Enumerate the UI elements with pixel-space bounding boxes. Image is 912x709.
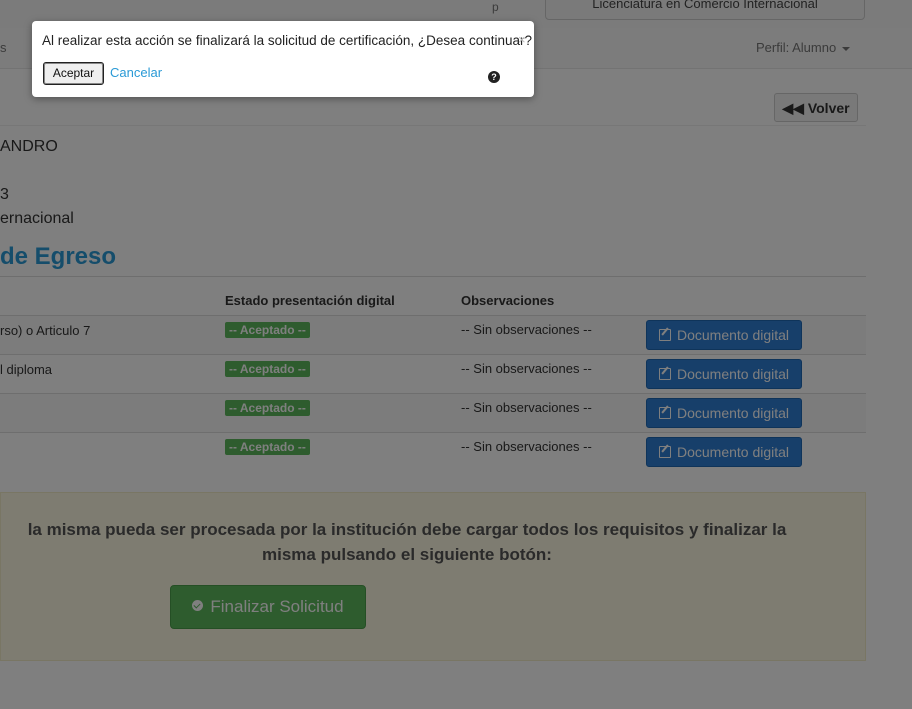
dialog-message: Al realizar esta acción se finalizará la… xyxy=(42,33,532,48)
accept-button[interactable]: Aceptar xyxy=(43,62,104,85)
modal-backdrop[interactable] xyxy=(0,0,912,709)
confirm-dialog: Al realizar esta acción se finalizará la… xyxy=(32,21,534,97)
cancel-link[interactable]: Cancelar xyxy=(110,65,162,80)
help-icon[interactable]: ? xyxy=(488,71,500,83)
close-icon[interactable]: × xyxy=(518,32,526,47)
